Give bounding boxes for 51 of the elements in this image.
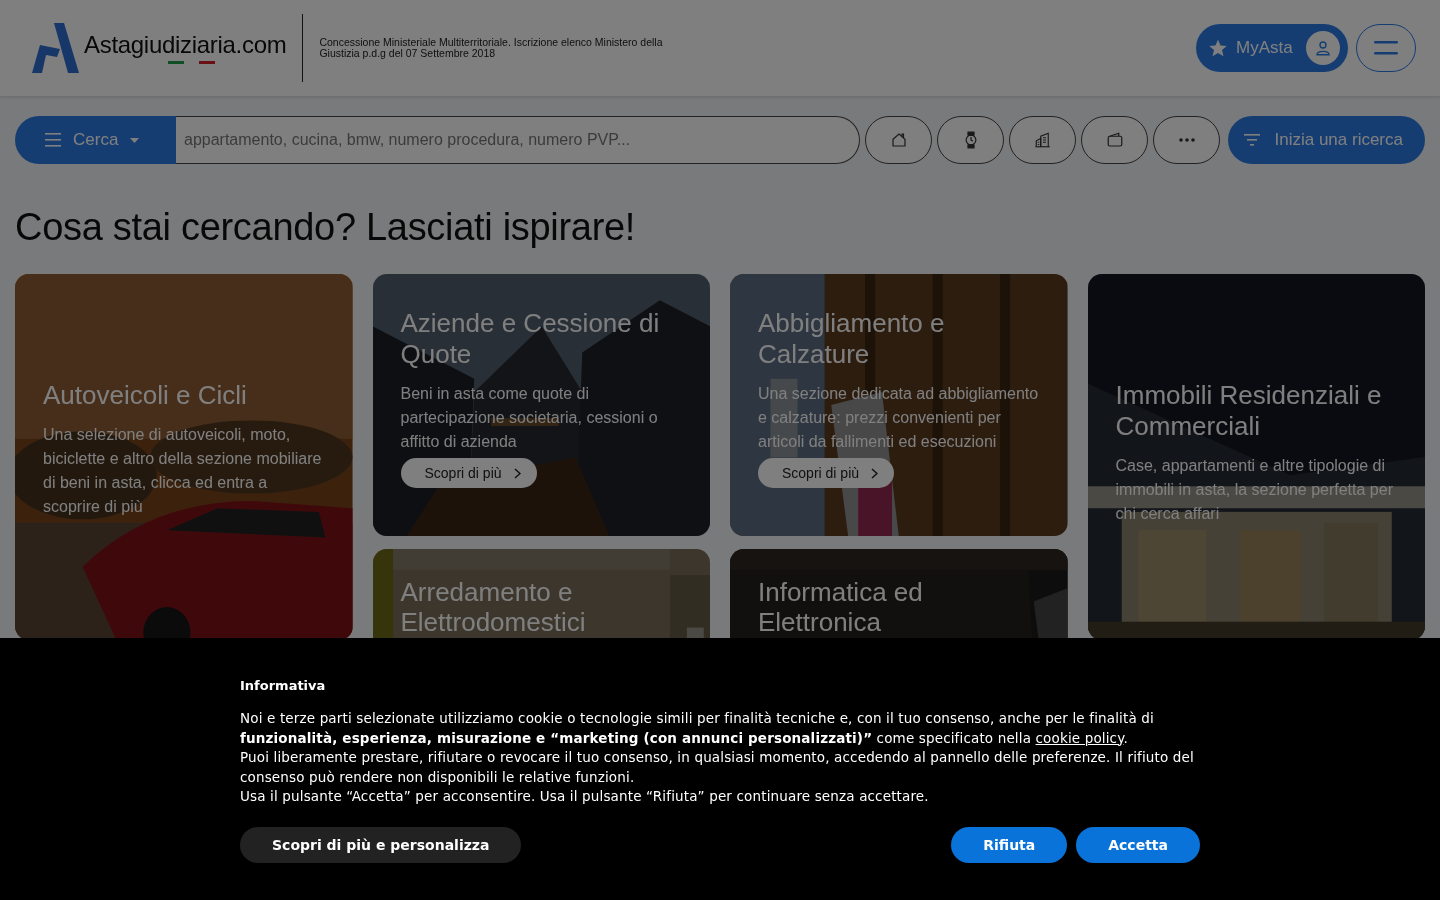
card-title: Informatica ed Elettronica <box>758 577 924 637</box>
category-card[interactable]: Immobili Residenziali e Commerciali Case, appartamenti e altre tipologie di immobili in asta, la sezione perfetta per chi cerca affari <box>1087 274 1425 640</box>
discover-button[interactable]: Scopri di più <box>758 458 895 488</box>
card-title: Autoveicoli e Cicli <box>43 380 247 411</box>
caret-icon <box>130 137 140 143</box>
menu-icon <box>1374 41 1398 55</box>
myasta-button[interactable]: MyAsta <box>1196 24 1348 72</box>
reject-button[interactable]: Rifiuta <box>951 826 1068 863</box>
building-icon <box>1034 131 1052 149</box>
cookie-title: Informativa <box>240 678 327 693</box>
cookie-text: Puoi liberamente prestare, rifiutare o revocare il tuo consenso, in qualsiasi momento, accedendo al pannello delle preferenze. Il rifiuto del consenso può rendere non disponibili le relative funzioni. <box>240 748 1195 787</box>
accept-button[interactable]: Accetta <box>1076 826 1200 863</box>
card-description: Una selezione di autoveicoli, moto, biciclette e altro della sezione mobiliare di beni in asta, clicca ed entra a scoprire di più <box>43 425 323 517</box>
logo-icon <box>32 23 80 73</box>
cookie-text: Usa il pulsante “Accetta” per acconsentire. Usa il pulsante “Rifiuta” per continuare senza accettare. <box>240 787 930 806</box>
chevron-icon <box>871 467 879 479</box>
home-icon <box>890 131 908 149</box>
category-card[interactable]: Abbigliamento e Calzature Una sezione dedicata ad abbigliamento e calzature: prezzi convenienti per articoli da fallimenti ed esecuzioni Scopri di più <box>730 274 1068 536</box>
building-category-button[interactable] <box>1009 116 1077 164</box>
chevron-icon <box>513 467 521 479</box>
watch-category-button[interactable] <box>937 116 1005 164</box>
cookie-text: Noi e terze parti selezionate utilizziamo cookie o tecnologie simili per finalità tecniche e, con il tuo consenso, anche per le finalità di funzionalità, esperienza, misurazione e “marketing (con annunci personalizzati)” come specificato nella cookie policy. <box>240 709 1155 748</box>
page-heading: Cosa stai cercando? Lasciati ispirare! <box>15 205 637 250</box>
menu-icon <box>45 133 61 147</box>
category-card[interactable]: Aziende e Cessione di Quote Beni in asta come quote di partecipazione societaria, cessioni o affitto di azienda Scopri di più <box>372 274 710 536</box>
more-icon <box>1178 137 1196 143</box>
cookie-policy-link[interactable]: cookie policy <box>1035 729 1124 746</box>
search-button[interactable]: Inizia una ricerca <box>1228 116 1425 164</box>
filter-icon <box>1244 134 1261 146</box>
card-description: Beni in asta come quote di partecipazione societaria, cessioni o affitto di azienda <box>400 384 659 452</box>
category-card[interactable]: Autoveicoli e Cicli Una selezione di autoveicoli, moto, biciclette e altro della sezione mobiliare di beni in asta, clicca ed entra a scoprire di più <box>15 274 353 640</box>
search-field[interactable]: appartamento, cucina, bmw, numero procedura, numero PVP... <box>176 116 861 164</box>
card-description: Una sezione dedicata ad abbigliamento e calzature: prezzi convenienti per articoli da fallimenti ed esecuzioni <box>758 384 1040 452</box>
star-icon <box>1208 38 1228 58</box>
flag-stripes-icon <box>168 61 215 65</box>
card-title: Abbigliamento e Calzature <box>758 308 946 370</box>
discover-button[interactable]: Scopri di più <box>400 458 537 488</box>
wallet-icon <box>1106 131 1124 149</box>
home-category-button[interactable] <box>865 116 933 164</box>
card-title: Arredamento e Elettrodomestici <box>400 577 587 637</box>
logo-text[interactable]: Astagiudiziaria.com <box>84 31 287 59</box>
more-button[interactable] <box>1153 116 1221 164</box>
menu-button[interactable] <box>1356 24 1416 72</box>
user-icon <box>1314 39 1332 57</box>
category-menu-button[interactable]: Cerca <box>15 116 176 164</box>
wallet-category-button[interactable] <box>1081 116 1149 164</box>
card-description: Case, appartamenti e altre tipologie di immobili in asta, la sezione perfetta per chi cerca affari <box>1115 456 1394 524</box>
tagline: Concessione Ministeriale Multiterritoriale. Iscrizione elenco Ministero della Giustizia p.d.g del 07 Settembre 2018 <box>319 37 664 59</box>
card-title: Aziende e Cessione di Quote <box>400 308 661 370</box>
card-title: Immobili Residenziali e Commerciali <box>1115 380 1383 442</box>
customize-button[interactable]: Scopri di più e personalizza <box>240 826 522 863</box>
